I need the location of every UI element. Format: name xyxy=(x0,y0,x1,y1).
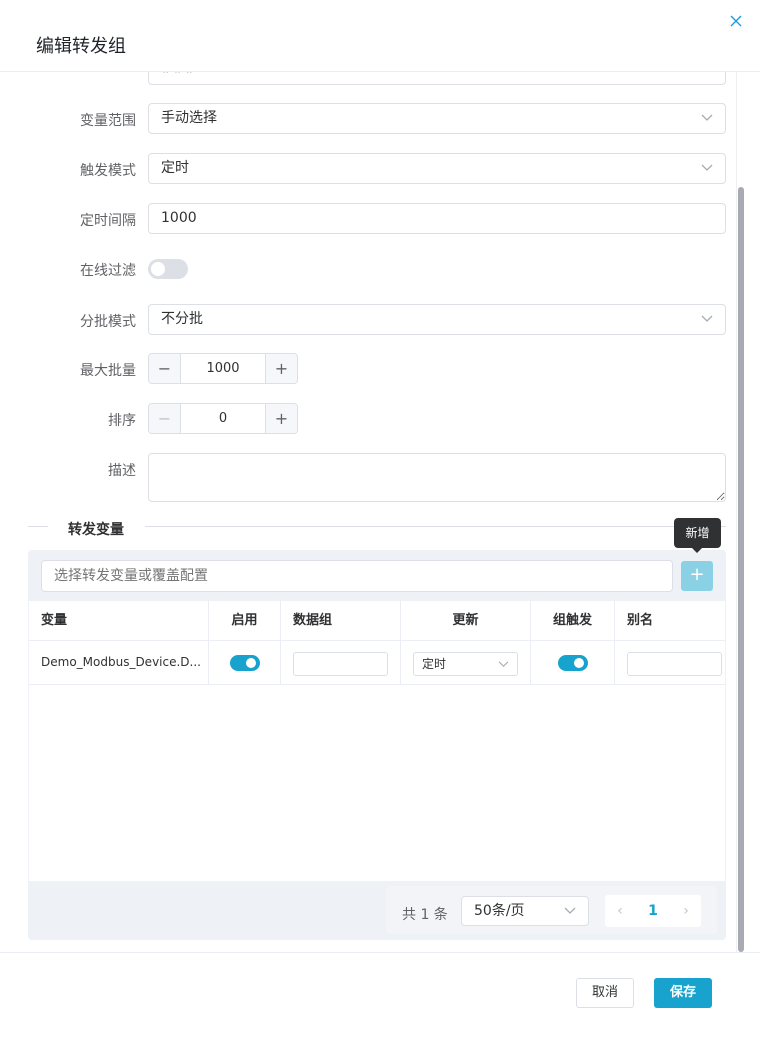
order-increase-button[interactable]: + xyxy=(265,404,297,433)
page-size-select[interactable]: 50条/页 xyxy=(461,896,589,926)
variable-table: 变量 启用 数据组 更新 组触发 别名 Demo_Modbus_Device.D… xyxy=(29,601,725,881)
trigger-mode-label: 触发模式 xyxy=(80,163,136,179)
table-row: Demo_Modbus_Device.D... xyxy=(29,641,209,685)
alias-input[interactable] xyxy=(627,652,722,676)
table-cell-update: 定时 xyxy=(401,641,531,685)
table-cell-group-trigger xyxy=(531,641,615,685)
toggle-knob xyxy=(574,658,584,668)
max-batch-value[interactable]: 1000 xyxy=(181,354,265,383)
table-cell-data-group xyxy=(281,641,401,685)
column-header-enabled: 启用 xyxy=(209,601,281,641)
dialog-header: 编辑转发组 xyxy=(0,0,760,72)
order-stepper: − 0 + xyxy=(148,403,298,434)
var-scope-label: 变量范围 xyxy=(80,113,136,129)
toggle-knob xyxy=(151,262,165,276)
scrollbar-thumb[interactable] xyxy=(738,187,744,952)
column-header-variable: 变量 xyxy=(29,601,209,641)
dialog-title: 编辑转发组 xyxy=(36,36,126,57)
column-header-alias: 别名 xyxy=(615,601,725,641)
trigger-mode-select[interactable]: 定时 xyxy=(148,153,726,184)
dialog-footer xyxy=(0,952,760,1048)
max-batch-decrease-button[interactable]: − xyxy=(149,354,181,383)
save-button[interactable]: 保存 xyxy=(654,978,712,1008)
section-divider-right xyxy=(145,526,726,527)
chevron-down-icon xyxy=(498,653,509,675)
chevron-down-icon xyxy=(701,104,713,122)
interval-input[interactable]: 1000 xyxy=(148,203,726,234)
add-variable-button[interactable]: + xyxy=(681,561,713,591)
pagination-total: 共 1 条 xyxy=(402,907,448,923)
pager-nav: ‹ 1 › xyxy=(605,895,701,927)
chevron-down-icon xyxy=(701,154,713,172)
description-textarea[interactable] xyxy=(148,453,726,502)
chevron-down-icon xyxy=(564,897,576,915)
column-header-data-group: 数据组 xyxy=(281,601,401,641)
enabled-toggle[interactable] xyxy=(230,655,260,671)
toggle-knob xyxy=(246,658,256,668)
page-size-value: 50条/页 xyxy=(474,903,525,919)
order-value[interactable]: 0 xyxy=(181,404,265,433)
order-decrease-button[interactable]: − xyxy=(149,404,181,433)
order-label: 排序 xyxy=(108,413,136,429)
partial-field[interactable]: ### xyxy=(148,72,726,85)
max-batch-stepper: − 1000 + xyxy=(148,353,298,384)
data-group-input[interactable] xyxy=(293,652,388,676)
column-header-group-trigger: 组触发 xyxy=(531,601,615,641)
batch-mode-value: 不分批 xyxy=(161,311,203,327)
variable-name: Demo_Modbus_Device.D... xyxy=(41,655,201,669)
var-scope-value: 手动选择 xyxy=(161,110,217,126)
add-tooltip: 新增 xyxy=(674,518,721,553)
cancel-button[interactable]: 取消 xyxy=(576,978,634,1008)
table-cell-enabled xyxy=(209,641,281,685)
prev-page-button[interactable]: ‹ xyxy=(605,895,635,927)
table-cell-alias xyxy=(615,641,725,685)
interval-label: 定时间隔 xyxy=(80,213,136,229)
variable-search-input[interactable] xyxy=(41,560,673,592)
current-page[interactable]: 1 xyxy=(639,895,667,927)
online-filter-toggle[interactable] xyxy=(148,259,188,279)
section-divider-left xyxy=(28,526,48,527)
column-header-update: 更新 xyxy=(401,601,531,641)
online-filter-label: 在线过滤 xyxy=(80,263,136,279)
trigger-mode-value: 定时 xyxy=(161,160,189,176)
interval-value: 1000 xyxy=(161,210,197,226)
batch-mode-label: 分批模式 xyxy=(80,314,136,330)
partial-field-value: ### xyxy=(161,72,196,77)
chevron-down-icon xyxy=(701,305,713,323)
next-page-button[interactable]: › xyxy=(671,895,701,927)
group-trigger-toggle[interactable] xyxy=(558,655,588,671)
batch-mode-select[interactable]: 不分批 xyxy=(148,304,726,335)
description-label: 描述 xyxy=(108,463,136,479)
edit-forward-group-dialog: ### 变量范围 手动选择 触发模式 定时 定时间隔 1000 在线过滤 分批模… xyxy=(0,0,760,1048)
max-batch-increase-button[interactable]: + xyxy=(265,354,297,383)
close-icon[interactable] xyxy=(728,14,744,30)
update-select[interactable]: 定时 xyxy=(413,652,518,676)
max-batch-label: 最大批量 xyxy=(80,363,136,379)
section-title: 转发变量 xyxy=(68,519,124,539)
update-value: 定时 xyxy=(422,657,447,671)
var-scope-select[interactable]: 手动选择 xyxy=(148,103,726,134)
